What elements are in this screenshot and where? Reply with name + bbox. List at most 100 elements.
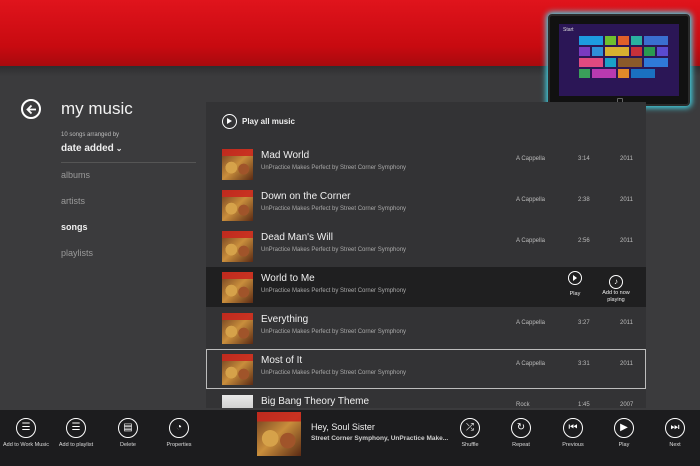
next-label: Next <box>669 442 681 448</box>
song-album-artist: UnPractice Makes Perfect by Street Corne… <box>261 329 407 335</box>
next-icon: ⏭ <box>665 418 685 438</box>
divider <box>61 162 196 163</box>
delete-icon: ▤ <box>118 418 138 438</box>
play-icon <box>568 271 582 285</box>
row-play-button[interactable]: Play <box>555 271 595 298</box>
song-genre: Rock <box>516 402 530 408</box>
now-playing-album-art[interactable] <box>257 412 301 456</box>
tile <box>631 36 642 45</box>
play-label: Play <box>618 442 630 448</box>
back-button[interactable] <box>21 99 41 119</box>
previous-icon: ⏮ <box>563 418 583 438</box>
tile <box>618 36 629 45</box>
play-all-label: Play all music <box>242 116 295 126</box>
row-play-label: Play <box>569 291 581 297</box>
properties-label: Properties <box>166 442 192 448</box>
tile <box>579 47 590 56</box>
play-button[interactable]: ▶ Play <box>599 418 649 449</box>
song-genre: A Cappella <box>516 156 546 162</box>
album-art <box>222 231 253 262</box>
song-row[interactable]: Everything UnPractice Makes Perfect by S… <box>206 308 646 348</box>
add-to-work-music-button[interactable]: ☰ Add to Work Music <box>1 418 51 449</box>
song-title: Everything <box>261 314 309 325</box>
shuffle-icon: ⤮ <box>460 418 480 438</box>
previous-button[interactable]: ⏮ Previous <box>548 418 598 449</box>
add-to-now-playing-button[interactable]: ♪ Add to now playing <box>596 271 636 304</box>
play-circle-icon <box>222 113 237 129</box>
nav-item-albums[interactable]: albums <box>61 170 90 180</box>
song-row-selected[interactable]: World to Me UnPractice Makes Perfect by … <box>206 267 646 307</box>
next-button[interactable]: ⏭ Next <box>650 418 700 449</box>
play-all-button[interactable]: Play all music <box>222 113 295 129</box>
now-playing-title: Hey, Soul Sister <box>311 422 375 432</box>
sort-dropdown-label: date added <box>61 143 114 154</box>
tile <box>618 58 642 67</box>
tile <box>644 58 668 67</box>
song-album-artist: UnPractice Makes Perfect by Street Corne… <box>261 288 407 294</box>
tile <box>605 36 616 45</box>
shuffle-button[interactable]: ⤮ Shuffle <box>445 418 495 449</box>
page-title: my music <box>61 99 133 118</box>
chevron-down-icon: ⌄ <box>115 144 123 153</box>
song-year: 2011 <box>620 156 633 162</box>
song-length: 1:45 <box>578 402 590 408</box>
song-album-artist: UnPractice Makes Perfect by Street Corne… <box>261 247 407 253</box>
sort-caption: 10 songs arranged by <box>61 132 120 138</box>
back-arrow-icon <box>26 104 36 115</box>
song-album-artist: UnPractice Makes Perfect by Street Corne… <box>261 165 407 171</box>
tile <box>579 58 603 67</box>
song-row-focused[interactable]: Most of It UnPractice Makes Perfect by S… <box>206 349 646 389</box>
nav-item-songs[interactable]: songs <box>61 222 88 232</box>
repeat-icon: ↻ <box>511 418 531 438</box>
song-row[interactable]: Big Bang Theory Theme Rock 1:45 2007 <box>206 390 646 408</box>
add-to-work-music-label: Add to Work Music <box>2 442 50 448</box>
add-to-now-playing-label: Add to now playing <box>602 290 630 303</box>
nav-item-playlists[interactable]: playlists <box>61 248 93 258</box>
album-art <box>222 190 253 221</box>
song-length: 2:38 <box>578 197 590 203</box>
song-genre: A Cappella <box>516 238 546 244</box>
album-art <box>222 313 253 344</box>
tablet-device-image: Start <box>548 14 690 106</box>
song-title: World to Me <box>261 273 315 284</box>
nav-item-artists[interactable]: artists <box>61 196 85 206</box>
song-genre: A Cappella <box>516 197 546 203</box>
delete-button[interactable]: ▤ Delete <box>103 418 153 449</box>
add-to-list-icon: ☰ <box>16 418 36 438</box>
shuffle-label: Shuffle <box>461 442 479 448</box>
song-year: 2007 <box>620 402 634 408</box>
tablet-start-screen: Start <box>559 24 679 96</box>
album-art <box>222 354 253 385</box>
song-row[interactable]: Dead Man's Will UnPractice Makes Perfect… <box>206 226 646 266</box>
song-album-artist: UnPractice Makes Perfect by Street Corne… <box>261 206 407 212</box>
song-length: 2:56 <box>578 238 590 244</box>
repeat-label: Repeat <box>512 442 530 448</box>
now-playing-artist: Street Corner Symphony, UnPractice Make.… <box>311 435 449 442</box>
tile <box>605 47 629 56</box>
tile <box>631 69 655 78</box>
song-year: 2011 <box>620 197 633 203</box>
sort-dropdown[interactable]: date added ⌄ <box>61 143 123 154</box>
song-title: Mad World <box>261 150 310 161</box>
song-row[interactable]: Mad World UnPractice Makes Perfect by St… <box>206 144 646 184</box>
song-title: Down on the Corner <box>261 191 351 202</box>
song-row[interactable]: Down on the Corner UnPractice Makes Perf… <box>206 185 646 225</box>
properties-button[interactable]: ◔ Properties <box>154 418 204 449</box>
song-year: 2011 <box>620 361 633 367</box>
song-length: 3:27 <box>578 320 590 326</box>
song-year: 2011 <box>620 320 633 326</box>
album-art <box>222 272 253 303</box>
tile <box>579 69 590 78</box>
song-title: Dead Man's Will <box>261 232 333 243</box>
tile <box>592 69 616 78</box>
add-to-playlist-button[interactable]: ☰ Add to playlist <box>51 418 101 449</box>
tile <box>657 47 668 56</box>
song-list: Play all music Mad World UnPractice Make… <box>206 102 646 408</box>
repeat-button[interactable]: ↻ Repeat <box>496 418 546 449</box>
tile <box>579 36 603 45</box>
delete-label: Delete <box>120 442 136 448</box>
song-genre: A Cappella <box>516 361 546 367</box>
song-title: Big Bang Theory Theme <box>261 396 370 407</box>
song-length: 3:14 <box>578 156 590 162</box>
tile <box>618 69 629 78</box>
